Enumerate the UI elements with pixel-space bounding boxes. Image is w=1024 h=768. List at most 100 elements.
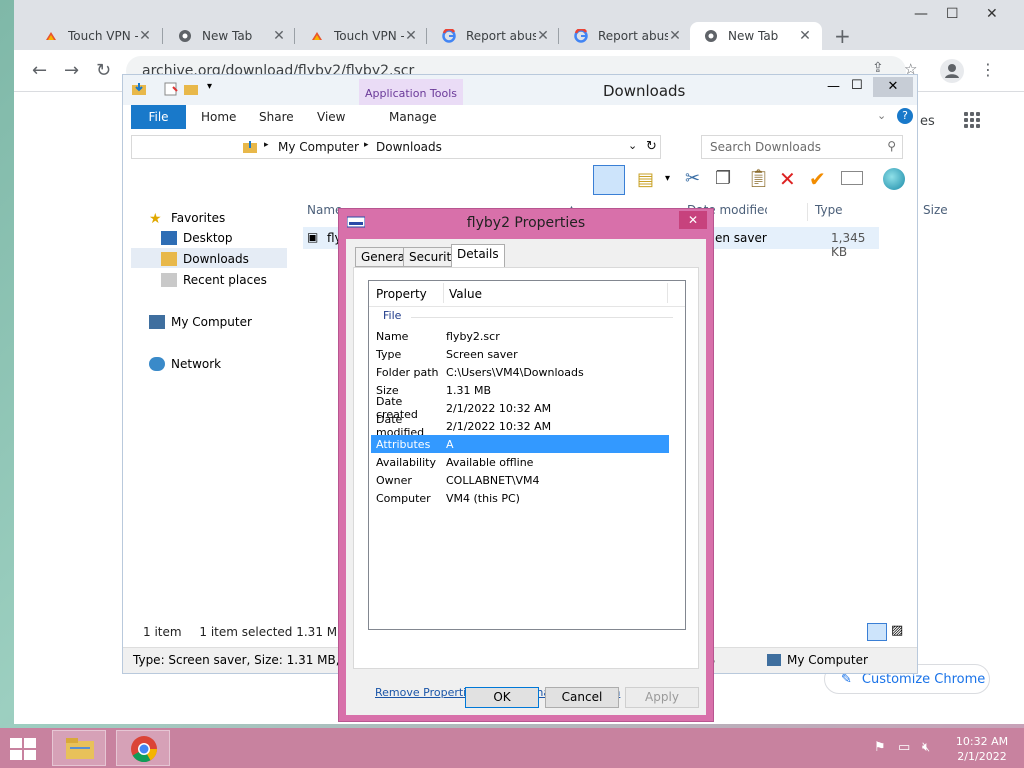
windows-start-button[interactable] [10,738,36,760]
cancel-button[interactable]: Cancel [545,687,619,708]
close-window-icon[interactable]: ✕ [873,77,913,97]
details-text: Type: Screen saver, Size: 1.31 MB, Date [133,653,373,667]
taskbar-chrome[interactable] [116,730,170,766]
close-window-icon[interactable]: ✕ [986,6,998,22]
tab-label: Report abus [598,29,668,43]
details-panel: Property Value File Name flyby2.scr Type S… [353,267,699,699]
taskbar-file-explorer[interactable] [52,730,106,766]
nav-downloads[interactable]: Downloads [131,248,287,268]
nav-recent-places[interactable]: Recent places [161,269,317,289]
chevron-down-icon[interactable]: ⌄ [628,139,637,152]
close-icon[interactable]: ✕ [404,28,418,44]
close-icon[interactable]: ✕ [668,28,682,44]
tab-label: Touch VPN - [334,29,404,43]
tab-home[interactable]: Home [201,105,236,129]
command-toolbar: ▤ ▾ ✂ ❐ 📋︎ ✕ ✔ [593,165,917,197]
breadcrumb-downloads[interactable]: Downloads [376,140,442,154]
paste-icon[interactable]: 📋︎ [747,168,770,189]
tab-report-abuse-2[interactable]: Report abus ✕ [560,22,692,50]
maximize-icon[interactable]: ☐ [946,6,959,22]
detail-row-availability[interactable]: Availability Available offline [371,453,669,471]
column-type[interactable]: Type [815,203,843,217]
tab-touch-vpn-1[interactable]: Touch VPN - ✕ [30,22,162,50]
minimize-icon[interactable]: — [914,6,928,22]
chevron-down-icon[interactable]: ▾ [665,173,670,184]
computer-icon [149,315,165,329]
column-size[interactable]: Size [923,203,948,217]
nav-my-computer[interactable]: My Computer [149,311,305,331]
tab-new-tab-active[interactable]: New Tab ✕ [690,22,822,50]
nav-network[interactable]: Network [149,353,305,373]
folder-properties-icon[interactable]: ▤ [637,169,654,190]
close-icon[interactable]: ✕ [679,211,707,229]
breadcrumb-my-computer[interactable]: My Computer [278,140,359,154]
system-clock[interactable]: 10:32 AM 2/1/2022 [950,734,1014,764]
new-tab-button[interactable]: + [834,24,851,48]
detail-row-type[interactable]: Type Screen saver [371,345,669,363]
menu-kebab-icon[interactable]: ⋮ [980,60,996,79]
apply-button[interactable]: Apply [625,687,699,708]
search-downloads-input[interactable]: Search Downloads ⚲ [701,135,903,159]
help-icon[interactable]: ? [897,108,913,124]
refresh-icon[interactable]: ↻ [646,139,657,154]
desktop-icon [161,231,177,245]
detail-row-folder-path[interactable]: Folder path C:\Users\VM4\Downloads [371,363,669,381]
tab-manage[interactable]: Manage [389,105,437,129]
close-icon[interactable]: ✕ [272,28,286,44]
shell-icon[interactable] [883,168,905,190]
ok-button[interactable]: OK [465,687,539,708]
nav-desktop[interactable]: Desktop [161,227,317,247]
reload-icon[interactable]: ↻ [96,60,111,81]
screensaver-file-icon: ▣ [307,230,319,244]
checkmark-icon[interactable]: ✔ [809,167,826,191]
tab-view[interactable]: View [317,105,345,129]
detail-row-name[interactable]: Name flyby2.scr [371,327,669,345]
cut-icon[interactable]: ✂ [685,168,700,189]
close-icon[interactable]: ✕ [798,28,812,44]
minimize-icon[interactable]: — [827,79,840,94]
volume-muted-icon[interactable]: 🔇︎ [922,740,930,755]
chevron-down-icon[interactable]: ▾ [207,81,212,92]
header-property[interactable]: Property [376,287,427,301]
back-icon[interactable]: ← [32,60,47,81]
chevron-down-icon[interactable]: ⌄ [877,109,886,122]
google-icon [442,29,456,43]
tab-details[interactable]: Details [451,244,505,268]
rename-icon[interactable] [841,171,863,185]
detail-row-attributes[interactable]: Attributes A [371,435,669,453]
tab-label: New Tab [728,29,779,43]
recent-places-icon [161,273,177,287]
large-icons-view-icon[interactable]: ▨ [891,623,909,641]
preview-pane-icon[interactable] [593,165,625,195]
details-list-header: Property Value [369,281,685,307]
action-center-icon[interactable]: ⚑ [874,740,886,755]
profile-avatar[interactable] [940,59,964,83]
explorer-address-bar[interactable]: ▸ My Computer ▸ Downloads ⌄ ↻ [131,135,661,159]
delete-icon[interactable]: ✕ [779,167,796,191]
copy-icon[interactable]: ❐ [715,168,731,189]
tab-report-abuse-1[interactable]: Report abus ✕ [428,22,560,50]
forward-icon[interactable]: → [64,60,79,81]
section-file: File [383,309,402,322]
detail-row-owner[interactable]: Owner COLLABNET\VM4 [371,471,669,489]
new-folder-icon[interactable] [183,81,199,97]
nav-favorites[interactable]: ★ Favorites [149,207,305,227]
detail-row-date-modified[interactable]: Date modified 2/1/2022 10:32 AM [371,413,669,439]
ribbon-tabs: File Home Share View Manage ⌄ ? [131,105,913,129]
close-icon[interactable]: ✕ [536,28,550,44]
properties-icon[interactable] [163,81,179,97]
detail-row-computer[interactable]: Computer VM4 (this PC) [371,489,669,507]
details-view-icon[interactable] [867,623,887,641]
tab-touch-vpn-2[interactable]: Touch VPN - ✕ [296,22,428,50]
details-list[interactable]: Property Value File Name flyby2.scr Type S… [368,280,686,630]
header-value[interactable]: Value [449,287,482,301]
taskbar: ⚑ ▭ 🔇︎ 10:32 AM 2/1/2022 [0,728,1024,768]
apps-grid-icon[interactable] [964,112,980,128]
search-icon: ⚲ [887,139,896,153]
tab-share[interactable]: Share [259,105,294,129]
network-status-icon[interactable]: ▭ [898,740,910,755]
tab-new-tab-1[interactable]: New Tab ✕ [164,22,296,50]
maximize-icon[interactable]: ☐ [851,78,863,93]
tab-file[interactable]: File [131,105,186,129]
close-icon[interactable]: ✕ [138,28,152,44]
